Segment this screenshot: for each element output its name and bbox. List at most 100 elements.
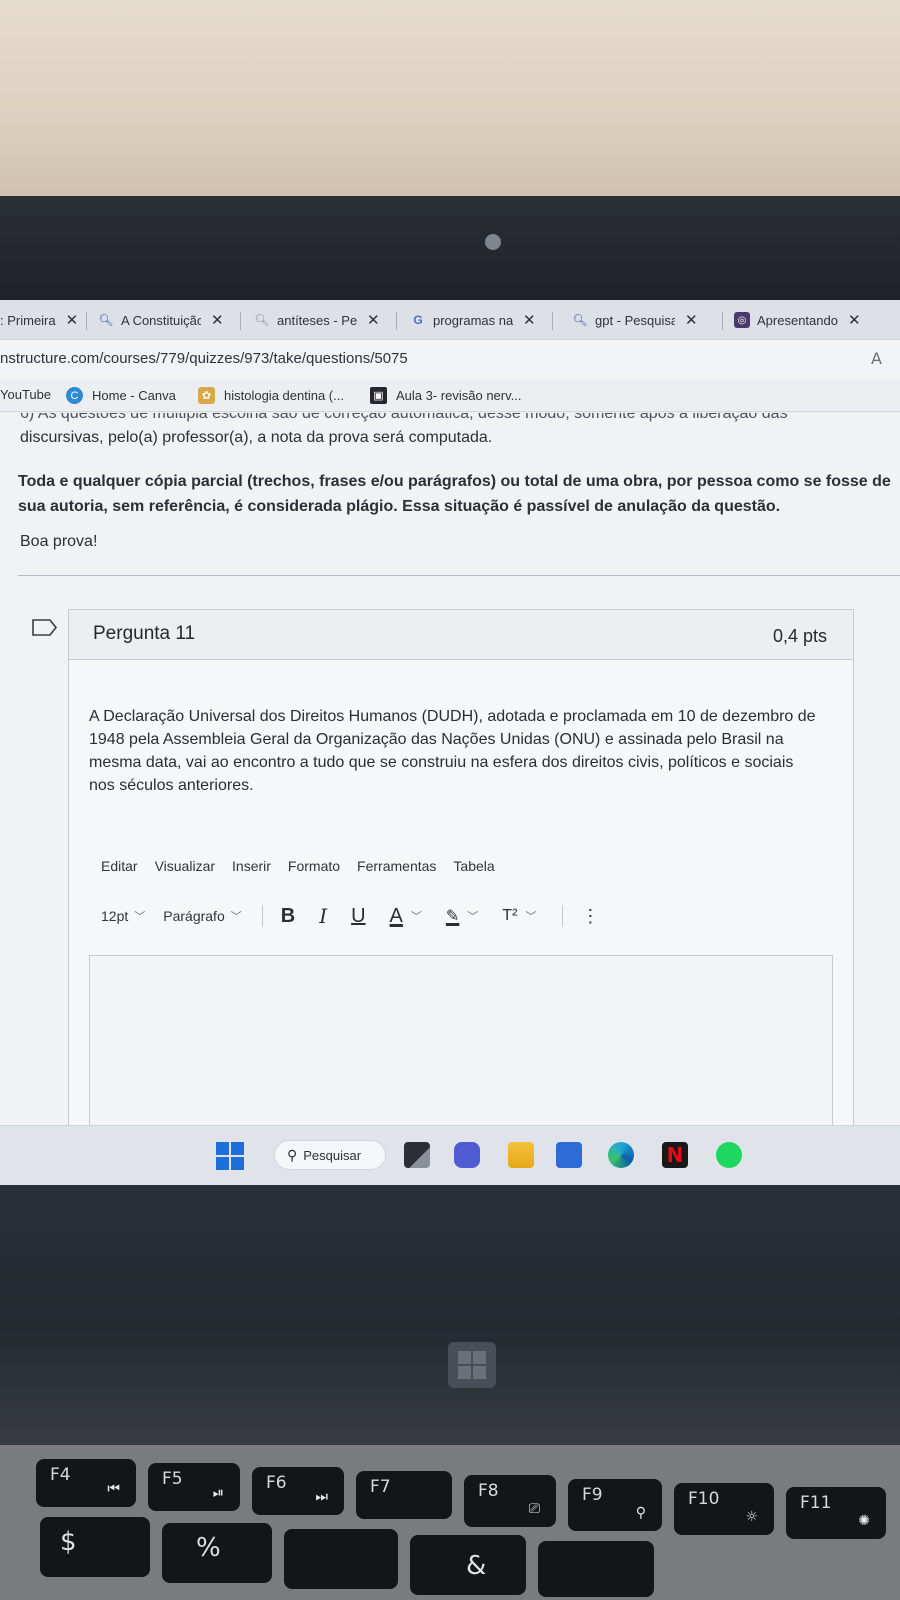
key-label: F8 [478,1481,499,1501]
tab-constituicao[interactable]: 🔍︎ A Constituição ✕ [98,304,234,336]
background-wall [0,0,900,200]
tab-primeira[interactable]: : Primeira ✕ [0,304,82,336]
divider [18,575,900,576]
tab-label: : Primeira [0,312,56,328]
menu-formato[interactable]: Formato [288,858,340,874]
tab-programas[interactable]: G programas na ✕ [410,304,548,336]
block-format-value: Parágrafo [163,908,225,924]
chatgpt-icon: ◎ [734,312,750,328]
key-4: $ [40,1517,150,1577]
microsoft-store-icon[interactable] [556,1142,582,1168]
chevron-down-icon: ﹀ [230,911,242,923]
key-f5: F5 ⏯ [148,1463,240,1511]
next-track-icon: ⏭ [315,1489,328,1505]
question-points: 0,4 pts [772,626,827,646]
key-8 [538,1541,654,1597]
tab-separator [552,312,553,330]
bookmark-label: YouTube [0,387,52,402]
tab-separator [240,312,241,330]
flag-question-icon[interactable] [32,619,58,636]
underline-button[interactable]: U [351,905,365,928]
menu-ferramentas[interactable]: Ferramentas [357,858,436,874]
chevron-down-icon: ﹀ [134,911,146,923]
windows-start-icon[interactable] [216,1142,244,1170]
key-label: F10 [688,1489,720,1509]
chevron-down-icon: ﹀ [467,911,479,923]
superscript-label: T² [502,907,518,924]
brightness-up-icon: ✺ [858,1513,870,1529]
windows-taskbar: ⚲ Pesquisar N [0,1125,900,1185]
edge-icon[interactable] [608,1142,634,1168]
key-6 [284,1529,398,1589]
taskbar-search-label: Pesquisar [303,1147,362,1163]
search-icon: 🔍︎ [98,313,114,327]
quiz-page: 6) As questões de múltipla escolha são d… [0,413,900,1125]
task-view-icon[interactable] [404,1142,430,1168]
block-format-select[interactable]: Parágrafo ﹀ [163,908,241,924]
tab-label: Apresentando [757,312,838,328]
answer-editor[interactable] [89,955,833,1125]
highlight-button[interactable]: ✎ ﹀ [446,906,478,926]
address-bar[interactable]: nstructure.com/courses/779/quizzes/973/t… [0,340,900,380]
search-icon: ⚲ [287,1146,298,1163]
question-text: A Declaração Universal dos Direitos Huma… [89,708,816,794]
netflix-icon[interactable]: N [662,1142,688,1168]
tab-gpt[interactable]: 🔍︎ gpt - Pesquisa ✕ [572,304,712,336]
monitor-bezel-bottom [0,1185,900,1445]
google-icon: G [413,313,423,327]
key-f8: F8 ⎚ [464,1475,556,1527]
brightness-down-icon: ☼ [745,1509,758,1525]
bookmark-youtube[interactable]: YouTube [0,387,51,402]
play-pause-icon: ⏯ [212,1485,224,1501]
file-explorer-icon[interactable] [508,1142,534,1168]
close-icon[interactable]: ✕ [848,311,861,329]
laptop-screen: : Primeira ✕ 🔍︎ A Constituição ✕ 🔍︎ antí… [0,300,900,1185]
menu-visualizar[interactable]: Visualizar [155,858,215,874]
key-f11: F11 ✺ [786,1487,886,1539]
text-color-button[interactable]: A ﹀ [390,905,422,928]
italic-button[interactable]: I [319,904,327,928]
chevron-down-icon: ﹀ [410,911,422,923]
text-color-label: A [389,904,403,927]
superscript-button[interactable]: T² ﹀ [502,907,536,925]
taskbar-search[interactable]: ⚲ Pesquisar [274,1140,386,1170]
tab-apresentando[interactable]: ◎ Apresentando ✕ [734,304,884,336]
question-header: Pergunta 11 0,4 pts [69,610,853,660]
menu-inserir[interactable]: Inserir [232,858,271,874]
tab-separator [86,312,87,330]
windows-logo-icon [448,1342,496,1388]
bookmark-canva[interactable]: C Home - Canva [66,387,176,404]
key-symbol: & [466,1551,487,1581]
close-icon[interactable]: ✕ [367,311,380,329]
bookmarks-bar: YouTube C Home - Canva ✿ histologia dent… [0,380,900,412]
key-symbol: $ [60,1527,77,1557]
tab-label: A Constituição [121,312,201,328]
tab-label: gpt - Pesquisa [595,312,675,328]
bookmark-label: histologia dentina (... [224,388,344,403]
chevron-down-icon: ﹀ [525,911,537,923]
laptop-keyboard: F4 ⏮ F5 ⏯ F6 ⏭ F7 F8 ⎚ F9 ⚲ F10 ☼ F11 ✺ … [0,1445,900,1600]
url-text[interactable]: nstructure.com/courses/779/quizzes/973/t… [0,350,408,367]
teams-icon[interactable] [454,1142,480,1168]
tab-antiteses[interactable]: 🔍︎ antíteses - Pe ✕ [254,304,390,336]
close-icon[interactable]: ✕ [523,311,536,329]
read-aloud-icon[interactable]: A [871,349,882,368]
spotify-icon[interactable] [716,1142,742,1168]
close-icon[interactable]: ✕ [685,311,698,329]
bookmark-aula3[interactable]: ▣ Aula 3- revisão nerv... [370,387,521,404]
highlighter-icon: ✎ [445,908,460,925]
menu-tabela[interactable]: Tabela [453,858,494,874]
instruction-cut-line: 6) As questões de múltipla escolha são d… [20,413,788,422]
more-options-button[interactable]: ⋮ [581,906,599,927]
key-label: F6 [266,1473,287,1493]
close-icon[interactable]: ✕ [211,311,224,329]
close-icon[interactable]: ✕ [66,311,79,329]
font-size-select[interactable]: 12pt ﹀ [101,908,145,924]
bold-button[interactable]: B [281,905,295,928]
bookmark-label: Home - Canva [92,388,176,403]
good-luck-text: Boa prova! [20,533,98,550]
bookmark-histologia[interactable]: ✿ histologia dentina (... [198,387,344,404]
toolbar-separator [562,905,564,927]
menu-editar[interactable]: Editar [101,858,138,874]
monitor-bezel-top [0,196,900,300]
